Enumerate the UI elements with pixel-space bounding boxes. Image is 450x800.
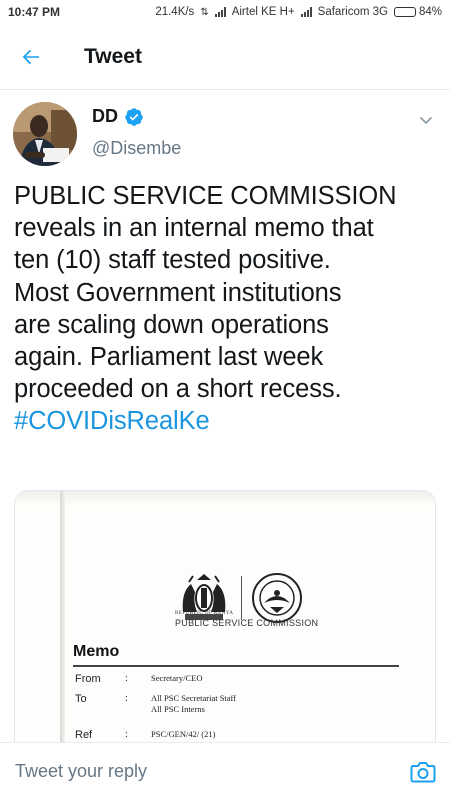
coat-of-arms-icon <box>182 574 226 620</box>
psc-seal-icon <box>252 573 302 623</box>
carrier2-name: Safaricom 3G <box>317 6 388 18</box>
display-name[interactable]: DD <box>92 106 118 127</box>
tweet-text-line: again. Parliament last week <box>14 343 324 372</box>
logo-divider <box>241 576 242 620</box>
memo-heading: Memo <box>73 643 120 660</box>
memo-label: To <box>75 693 87 705</box>
app-bar: Tweet <box>0 24 450 90</box>
avatar-photo <box>13 102 77 166</box>
signal-icon <box>214 7 226 17</box>
user-handle[interactable]: @Disembe <box>92 138 181 159</box>
memo-divider <box>73 665 399 667</box>
memo-shadow <box>15 491 435 505</box>
reply-input[interactable] <box>15 761 375 782</box>
name-row: DD <box>92 106 144 127</box>
memo-colon: : <box>125 729 128 740</box>
back-button[interactable] <box>0 24 62 90</box>
memo-page-edge <box>60 491 65 755</box>
tweet-media-image[interactable]: PUBLIC SERVICE COMMISSION REPUBLIC OF KE… <box>14 490 436 755</box>
signal-icon-2 <box>300 7 312 17</box>
status-indicators: 21.4K/s ⇅ Airtel KE H+ Safaricom 3G 84% <box>155 6 442 18</box>
reply-bar <box>0 742 450 800</box>
memo-document: PUBLIC SERVICE COMMISSION REPUBLIC OF KE… <box>15 491 435 755</box>
camera-button[interactable] <box>410 760 436 784</box>
network-speed: 21.4K/s <box>155 6 195 18</box>
memo-label: From <box>75 673 101 685</box>
tweet-header: DD @Disembe <box>0 100 450 170</box>
battery-icon <box>393 7 416 17</box>
memo-value: PSC/GEN/42/ (21) <box>151 729 216 739</box>
tweet-text-line: Most Government institutions <box>14 278 342 307</box>
memo-value-line: All PSC Secretariat Staff <box>151 693 237 703</box>
memo-value: All PSC Secretariat Staff All PSC Intern… <box>151 693 351 715</box>
status-bar: 10:47 PM 21.4K/s ⇅ Airtel KE H+ Safarico… <box>0 0 450 24</box>
psc-caption: PUBLIC SERVICE COMMISSION <box>175 618 319 628</box>
tweet-text-line: are scaling down operations <box>14 310 329 339</box>
memo-colon: : <box>125 673 128 684</box>
tweet-text-line: proceeded on a short recess. <box>14 375 342 404</box>
status-time: 10:47 PM <box>8 5 61 19</box>
tweet-options-button[interactable] <box>414 108 438 132</box>
memo-label: Ref <box>75 729 93 741</box>
tweet-text-line: ten (10) staff tested positive. <box>14 246 331 275</box>
memo-colon: : <box>125 693 128 704</box>
coat-caption: REPUBLIC OF KENYA <box>175 611 234 616</box>
camera-icon <box>410 762 436 783</box>
carrier1-name: Airtel KE H+ <box>231 6 295 18</box>
memo-logos <box>175 571 304 625</box>
arrow-left-icon <box>22 49 39 64</box>
data-transfer-icon: ⇅ <box>200 6 209 18</box>
battery-indicator: 84% <box>393 6 442 18</box>
tweet-text-line: PUBLIC SERVICE COMMISSION <box>14 182 397 210</box>
page-title: Tweet <box>84 44 142 68</box>
memo-value-line: All PSC Interns <box>151 704 205 714</box>
avatar[interactable] <box>13 102 77 166</box>
chevron-down-icon <box>419 116 433 125</box>
hashtag-link[interactable]: #COVIDisRealKe <box>14 405 440 437</box>
memo-value: Secretary/CEO <box>151 673 203 683</box>
verified-badge-icon <box>125 107 143 126</box>
tweet-text: PUBLIC SERVICE COMMISSION reveals in an … <box>14 180 440 438</box>
battery-percent: 84% <box>418 6 442 18</box>
tweet-text-line: reveals in an internal memo that <box>14 214 374 243</box>
